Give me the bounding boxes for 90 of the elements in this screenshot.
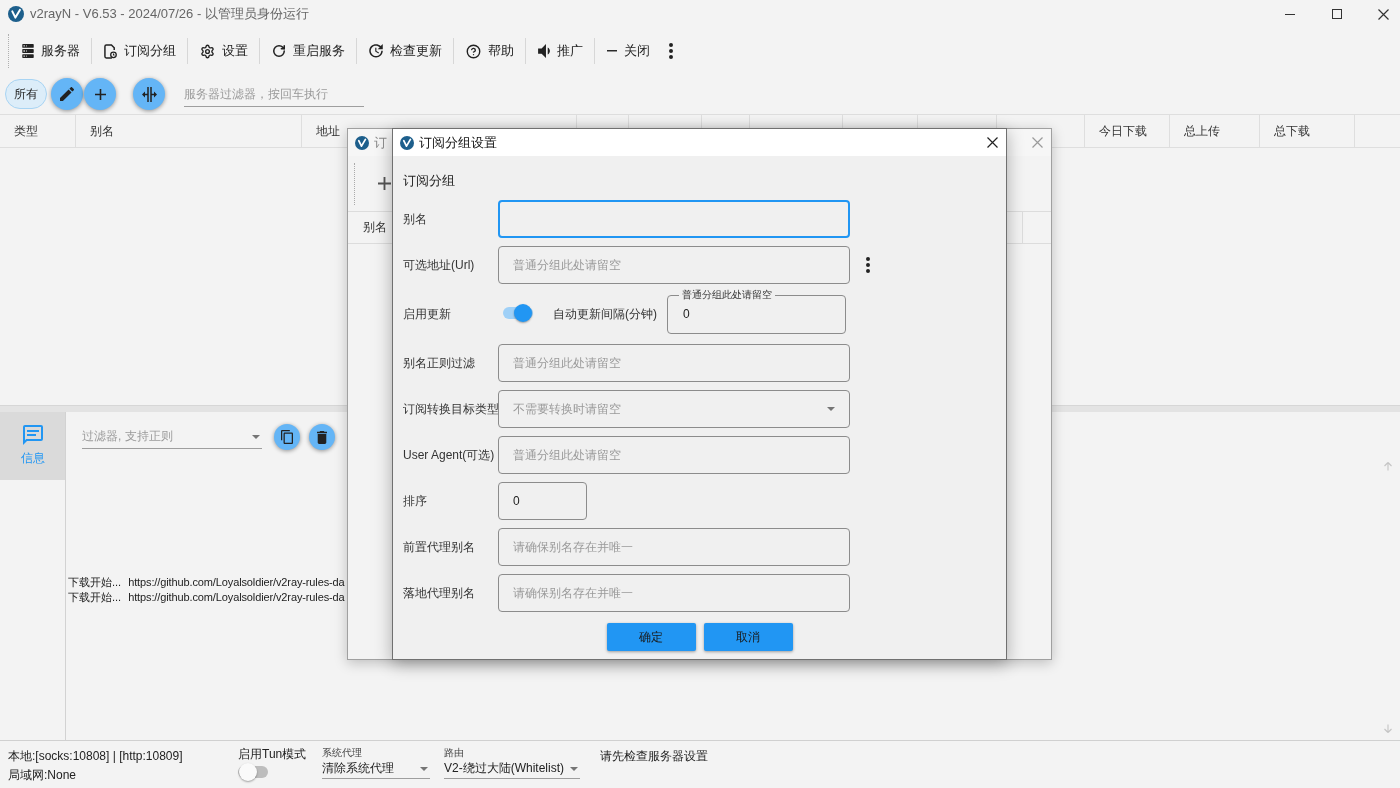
column-header[interactable]: 别名 (76, 115, 302, 147)
select-label: 系统代理 (322, 747, 363, 759)
toolbar-button[interactable]: 关闭 (595, 34, 661, 68)
caret-icon (827, 407, 835, 411)
close-icon (1378, 8, 1389, 20)
field-label: 可选地址(Url) (403, 256, 476, 274)
column-header[interactable]: 今日下载 (1085, 115, 1170, 147)
more-options-icon[interactable] (866, 257, 870, 273)
toolbar-button[interactable]: 检查更新 (357, 34, 453, 68)
group-chip[interactable]: 所有 (5, 79, 47, 109)
toolbar-button[interactable]: 帮助 (454, 34, 525, 68)
log-url-text: https://github.com/Loyalsoldier/v2ray-rules-da (128, 591, 345, 604)
column-header[interactable]: 总上传 (1170, 115, 1260, 147)
section-title: 订阅分组 (403, 173, 456, 189)
tun-label: 启用Tun模式 (238, 747, 308, 761)
plus-icon[interactable] (378, 177, 391, 190)
close-button[interactable] (987, 137, 998, 148)
dialog-button[interactable]: 取消 (703, 623, 793, 651)
system-proxy-select[interactable]: 清除系统代理 (322, 759, 430, 779)
field-label: 别名正则过滤 (403, 354, 476, 372)
column-header[interactable]: 类型 (0, 115, 76, 147)
log-url-text: https://github.com/Loyalsoldier/v2ray-rules-da (128, 576, 345, 589)
close-icon (987, 137, 998, 148)
delete-button[interactable] (309, 424, 335, 450)
help-icon (466, 43, 481, 59)
maximize-icon (1331, 9, 1342, 19)
edit-button[interactable] (51, 78, 83, 110)
text-field[interactable] (498, 200, 850, 238)
caret-icon (420, 766, 428, 771)
speaker-icon (538, 44, 550, 58)
minus-icon (607, 50, 617, 52)
add-button[interactable] (84, 78, 116, 110)
status-message: 请先检查服务器设置 (600, 749, 709, 763)
gear-icon (200, 43, 215, 59)
text-field[interactable]: 普通分组此处请留空 (498, 246, 850, 284)
message-icon (22, 425, 43, 445)
toolbar-button[interactable]: 订阅分组 (92, 34, 187, 68)
field-label: 别名 (403, 210, 428, 228)
text-field[interactable]: 请确保别名存在并唯一 (498, 574, 850, 612)
clock-arrow-icon (369, 44, 383, 58)
column-header[interactable]: 别名 (348, 212, 392, 243)
field-label: 落地代理别名 (403, 584, 476, 602)
dialog-title: 订 (374, 133, 387, 152)
server-filter-field[interactable]: 服务器过滤器，按回车执行 (184, 81, 364, 107)
text-field[interactable]: 普通分组此处请留空 (498, 436, 850, 474)
trash-icon (317, 430, 327, 444)
server-icon (22, 44, 34, 58)
refresh-icon (272, 44, 286, 58)
plus-icon (94, 88, 106, 100)
field-label: 启用更新 (403, 305, 452, 323)
number-field[interactable]: 0 (498, 482, 587, 520)
split-arrows-icon (141, 86, 157, 102)
toolbar-button[interactable]: 设置 (188, 34, 259, 68)
toolbar-button[interactable]: 重启服务 (260, 34, 356, 68)
toggle-switch[interactable] (503, 302, 533, 323)
caret-icon (252, 434, 260, 439)
toolbar-button[interactable]: 服务器 (10, 34, 91, 68)
dialog-title: 订阅分组设置 (419, 133, 497, 152)
pencil-icon (60, 87, 74, 101)
lan-text: 局域网:None (8, 768, 78, 783)
app-logo-icon (8, 6, 24, 22)
ports-text: 本地:[socks:10808] | [http:10809] (8, 749, 184, 764)
toolbar-button[interactable]: 推广 (526, 34, 594, 68)
window-title: v2rayN - V6.53 - 2024/07/26 - 以管理员身份运行 (30, 5, 309, 23)
more-options-icon (669, 43, 673, 59)
field-label: 排序 (403, 492, 428, 510)
toggle-switch[interactable] (238, 762, 268, 782)
caret-icon (570, 766, 578, 771)
app-logo-icon (355, 135, 369, 150)
dialog-button[interactable]: 确定 (606, 623, 696, 651)
field-hint: 普通分组此处请留空 (679, 288, 775, 301)
text-field[interactable]: 请确保别名存在并唯一 (498, 528, 850, 566)
column-header[interactable]: 地址 (302, 115, 347, 147)
document-clock-icon (104, 43, 117, 59)
split-button[interactable] (133, 78, 165, 110)
log-status-text: 下载开始... (68, 591, 122, 604)
field-label: User Agent(可选) (403, 446, 496, 464)
text-field[interactable]: 普通分组此处请留空 (498, 344, 850, 382)
select-label: 路由 (444, 747, 465, 759)
routing-select[interactable]: V2-绕过大陆(Whitelist) (444, 759, 580, 779)
minimize-icon (1284, 13, 1295, 15)
close-icon (1032, 137, 1043, 148)
log-status-text: 下载开始... (68, 576, 122, 589)
copy-icon (281, 430, 293, 444)
copy-button[interactable] (274, 424, 300, 450)
field-label: 订阅转换目标类型 (403, 400, 498, 418)
interval-label: 自动更新间隔(分钟) (553, 305, 658, 323)
column-header[interactable]: 总下载 (1260, 115, 1355, 147)
app-logo-icon (400, 135, 414, 150)
field-label: 前置代理别名 (403, 538, 476, 556)
